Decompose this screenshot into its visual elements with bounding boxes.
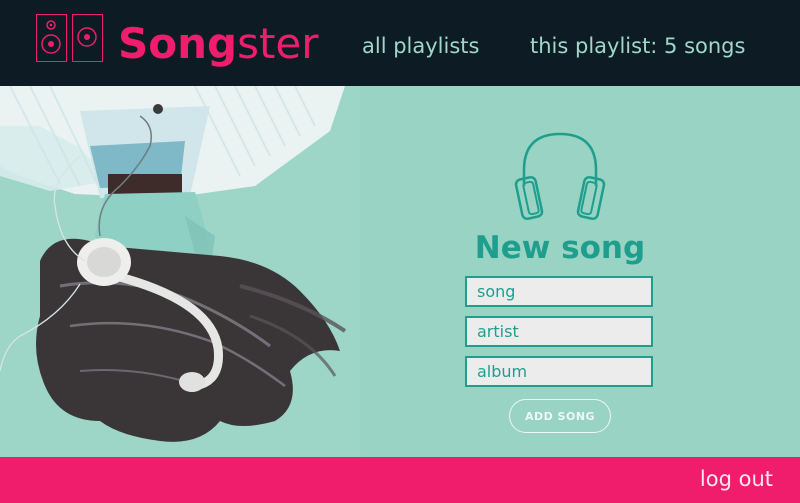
form-title: New song [474,230,646,266]
hero-photo [0,86,800,457]
brand-name-bold: Song [118,19,238,68]
nav-all-playlists[interactable]: all playlists [362,34,479,58]
nav-this-playlist[interactable]: this playlist: 5 songs [530,34,745,58]
main-hero: New song ADD SONG [0,86,800,457]
logo [36,14,103,62]
speaker-icon [36,14,67,62]
album-input[interactable] [465,356,653,387]
logout-link[interactable]: log out [700,466,773,492]
top-bar: Songster all playlists this playlist: 5 … [0,0,800,86]
brand-name: Songster [118,18,319,70]
headphones-icon [514,132,606,220]
new-song-form: New song ADD SONG [440,86,680,457]
artist-input[interactable] [465,316,653,347]
brand-name-light: ster [237,19,319,68]
footer-bar: log out [0,457,800,503]
speaker-icon [72,14,103,62]
add-song-button[interactable]: ADD SONG [509,399,611,433]
song-input[interactable] [465,276,653,307]
